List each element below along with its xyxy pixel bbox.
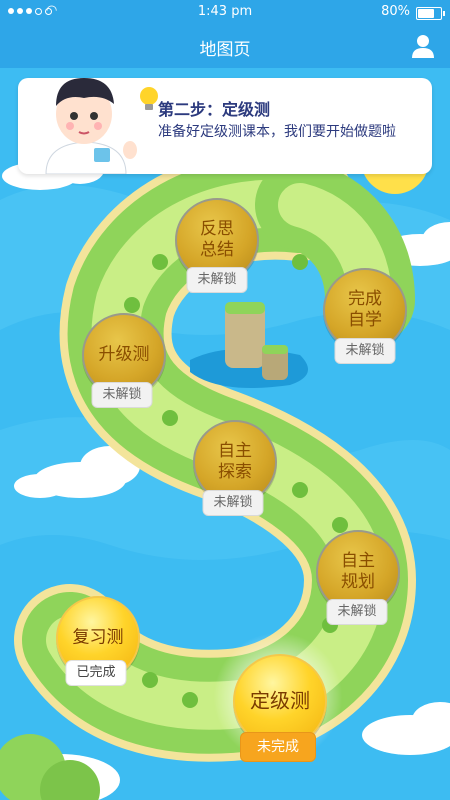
step-description: 准备好定级测课本，我们要开始做题啦 <box>158 124 396 140</box>
level-label: 完成 自学 <box>348 289 382 330</box>
user-icon[interactable] <box>410 33 436 59</box>
level-label: 复习测 <box>72 627 124 648</box>
level-status-badge: 未解锁 <box>334 338 396 364</box>
level-label: 反思 总结 <box>200 219 234 260</box>
level-status-badge: 未解锁 <box>326 599 388 625</box>
level-status-badge: 已完成 <box>65 660 127 686</box>
battery-percent: 80% <box>381 4 410 19</box>
step-info-card: 第二步：定级测 准备好定级测课本，我们要开始做题啦 <box>18 78 432 174</box>
level-status-badge-current[interactable]: 未完成 <box>240 732 316 762</box>
level-status-badge: 未解锁 <box>91 382 153 408</box>
level-status-badge: 未解锁 <box>186 267 248 293</box>
level-label: 自主 规划 <box>341 551 375 592</box>
level-label: 定级测 <box>250 688 310 713</box>
level-label: 升级测 <box>98 344 150 365</box>
map-screen: ◠ 1:43 pm 80% 地图页 第二步：定级测 准备好定级测课本，我们要开始… <box>0 0 450 800</box>
nav-header: 地图页 <box>0 24 450 68</box>
step-title: 第二步：定级测 <box>158 100 271 119</box>
battery-icon <box>416 7 445 20</box>
page-title: 地图页 <box>199 40 251 60</box>
level-label: 自主 探索 <box>218 441 252 482</box>
boy-avatar <box>45 78 137 174</box>
level-status-badge: 未解锁 <box>202 490 264 516</box>
status-bar: ◠ 1:43 pm 80% <box>0 0 450 24</box>
